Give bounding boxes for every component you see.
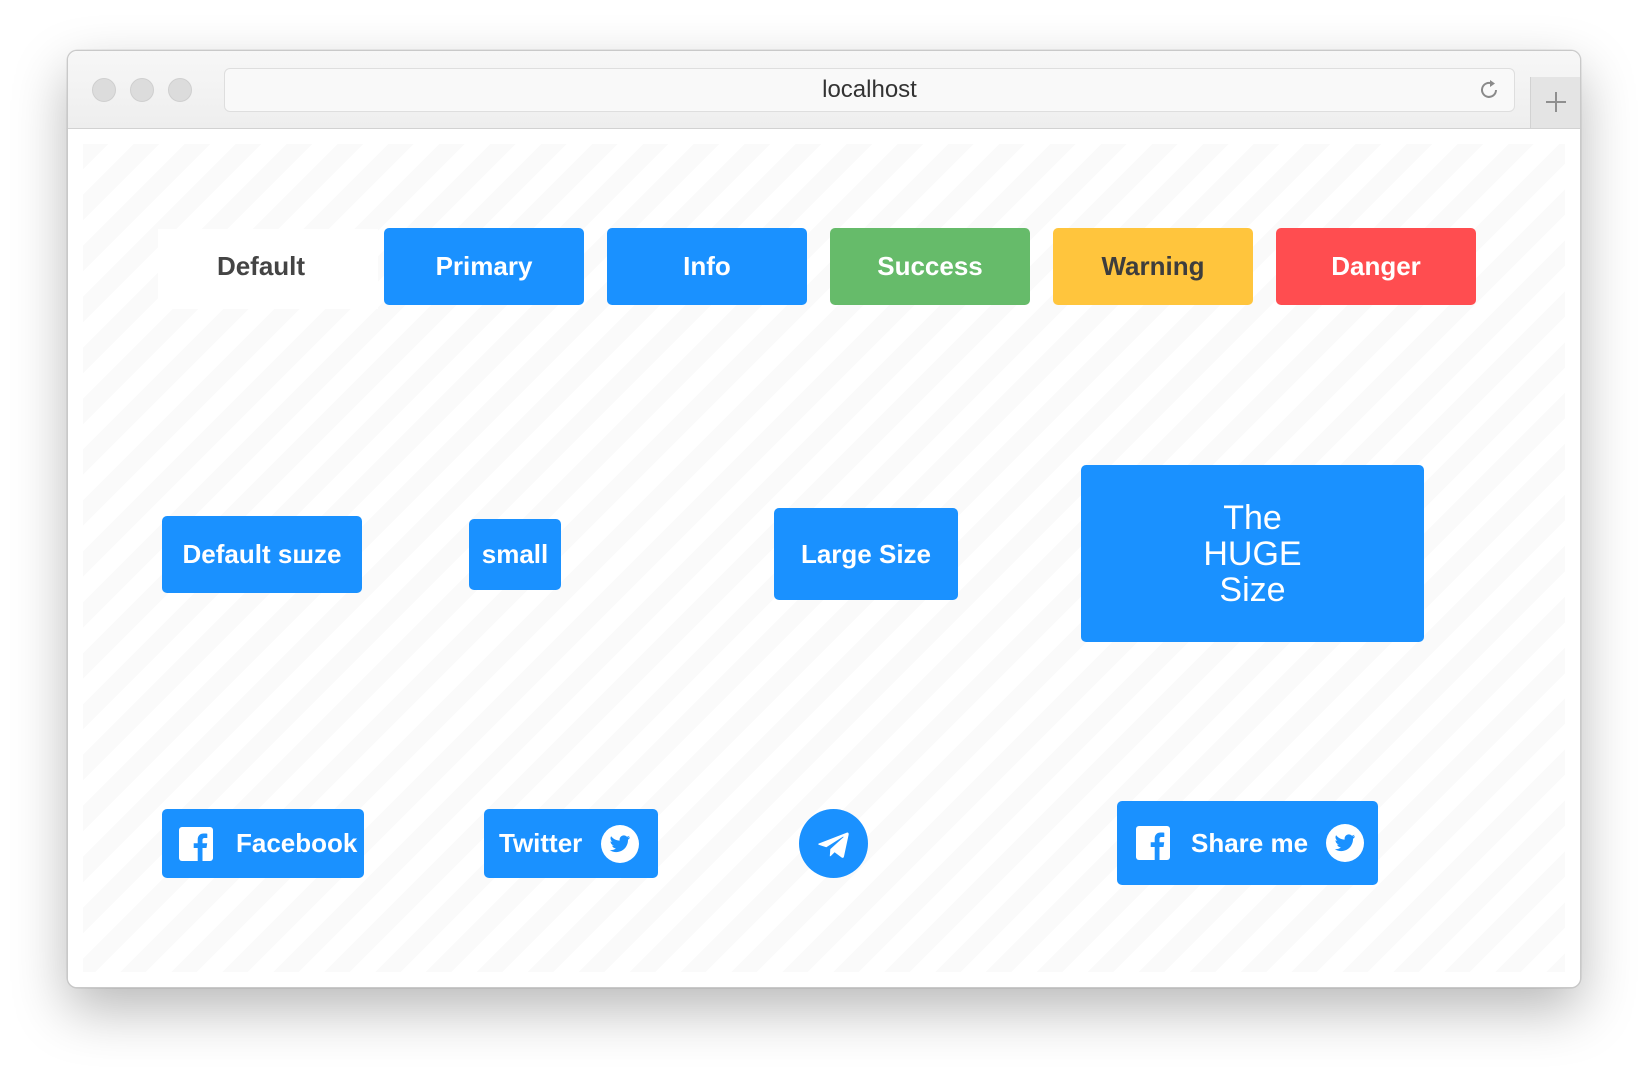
close-window-button[interactable]	[92, 78, 116, 102]
telegram-icon	[817, 832, 849, 858]
share-button[interactable]: Share me	[1117, 801, 1378, 885]
twitter-label: Twitter	[499, 828, 583, 858]
info-button[interactable]: Info	[607, 228, 807, 305]
address-text: localhost	[822, 76, 917, 103]
small-button[interactable]: small	[469, 519, 561, 590]
new-tab-button[interactable]	[1530, 77, 1580, 128]
huge-line-1: The	[1223, 498, 1282, 537]
default-button[interactable]: Default	[161, 228, 361, 305]
facebook-icon	[1136, 826, 1170, 860]
share-label: Share me	[1191, 827, 1309, 858]
success-button[interactable]: Success	[830, 228, 1030, 305]
warning-button[interactable]: Warning	[1053, 228, 1253, 305]
facebook-button[interactable]: Facebook	[162, 809, 364, 878]
zoom-window-button[interactable]	[168, 78, 192, 102]
title-bar: localhost	[68, 51, 1580, 129]
huge-line-3: Size	[1219, 570, 1286, 609]
default-size-button[interactable]: Default sшze	[162, 516, 362, 593]
twitter-icon	[601, 824, 640, 863]
page-content: Default Primary Info Success Warning Dan…	[68, 129, 1580, 987]
browser-window: localhost Default Primary Info Success W…	[67, 50, 1581, 988]
large-size-button[interactable]: Large Size	[774, 508, 958, 600]
twitter-icon	[1326, 824, 1365, 862]
huge-size-button[interactable]: The HUGE Size	[1081, 465, 1424, 642]
facebook-icon	[179, 826, 213, 861]
facebook-label: Facebook	[236, 828, 358, 858]
twitter-button[interactable]: Twitter	[484, 809, 658, 878]
reload-icon[interactable]	[1476, 77, 1502, 103]
plus-icon	[1546, 92, 1566, 112]
danger-button[interactable]: Danger	[1276, 228, 1476, 305]
minimize-window-button[interactable]	[130, 78, 154, 102]
huge-line-2: HUGE	[1203, 534, 1302, 573]
telegram-button[interactable]	[799, 809, 868, 878]
address-bar[interactable]: localhost	[224, 68, 1515, 112]
primary-button[interactable]: Primary	[384, 228, 584, 305]
